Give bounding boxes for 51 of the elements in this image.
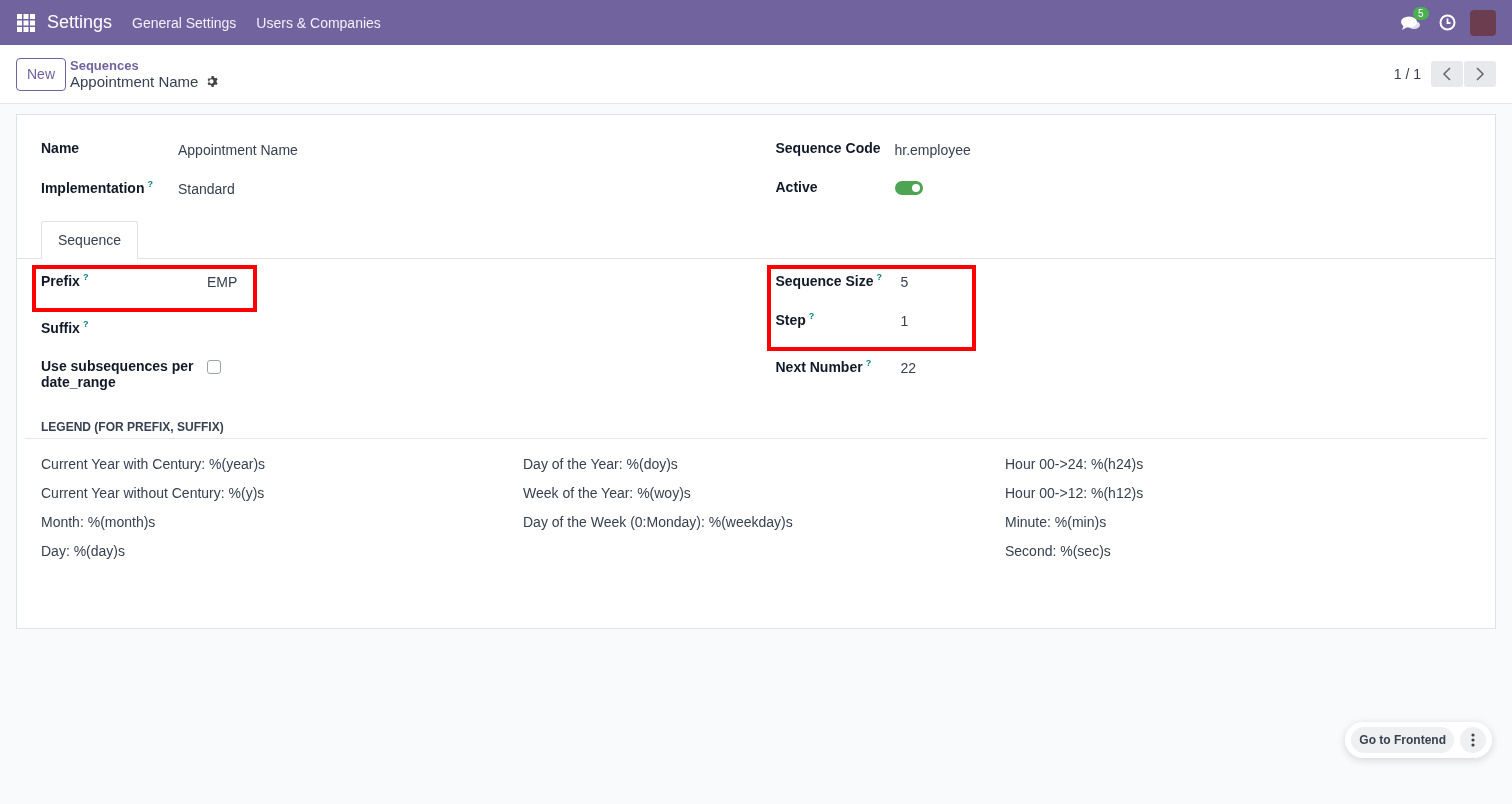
field-value[interactable]: 1 xyxy=(900,308,909,329)
menu-item[interactable]: General Settings xyxy=(132,14,237,31)
field-label: Step $^{?}$ xyxy=(775,310,816,328)
field-label: Suffix $^{?}$ xyxy=(41,318,90,336)
legend-item: Current Year without Century: %(y)s xyxy=(41,484,266,502)
app-title[interactable]: Settings xyxy=(47,12,113,33)
field-label: Next Number $^{?}$ xyxy=(775,357,873,375)
pager-counter: 1 / 1 xyxy=(1393,66,1421,82)
breadcrumb-link[interactable]: Sequences xyxy=(70,58,220,73)
legend-item: Current Year with Century: %(year)s xyxy=(41,455,267,473)
record-title: Appointment Name xyxy=(70,73,199,90)
field-label: Use subsequences per date_range xyxy=(41,357,195,390)
legend-item: Hour 00->24: %(h24)s xyxy=(1005,455,1145,473)
legend-item: Day of the Year: %(doy)s xyxy=(523,455,679,473)
field-label: Prefix $^{?}$ xyxy=(41,271,90,289)
menu-item[interactable]: Users & Companies xyxy=(256,14,381,31)
settings-icon[interactable] xyxy=(206,75,220,88)
field-value[interactable]: EMP xyxy=(207,269,238,290)
field-label: Active xyxy=(775,178,819,195)
more-options-button[interactable] xyxy=(1460,727,1486,753)
legend-item: Day: %(day)s xyxy=(41,542,127,560)
clock-icon[interactable] xyxy=(1439,14,1456,31)
field-value[interactable]: 22 xyxy=(900,355,917,376)
tab[interactable]: Sequence xyxy=(41,221,139,259)
field-value[interactable]: hr.employee xyxy=(894,137,971,158)
legend-item: Week of the Year: %(woy)s xyxy=(523,484,692,502)
field-value[interactable]: Standard xyxy=(178,176,235,197)
chevron-right-icon xyxy=(1475,66,1485,82)
field-value[interactable]: 5 xyxy=(900,269,909,290)
next-button[interactable] xyxy=(1464,61,1496,87)
legend-item: Hour 00->12: %(h12)s xyxy=(1005,484,1145,502)
apps-grid-icon[interactable] xyxy=(17,13,35,32)
new-button[interactable]: New xyxy=(16,57,66,91)
toggle-switch[interactable] xyxy=(894,181,923,195)
notification-badge: 5 xyxy=(1413,6,1429,20)
go-to-frontend-button[interactable]: Go to Frontend xyxy=(1351,727,1454,753)
field-label: Sequence Code xyxy=(775,139,882,156)
legend-item: Minute: %(min)s xyxy=(1005,513,1108,531)
checkbox[interactable] xyxy=(207,360,221,374)
field-label: Name xyxy=(41,139,81,156)
legend-item: Month: %(month)s xyxy=(41,513,157,531)
field-value[interactable]: Appointment Name xyxy=(178,137,298,158)
legend-heading: LEGEND (FOR PREFIX, SUFFIX) xyxy=(41,420,225,436)
previous-button[interactable] xyxy=(1431,61,1463,87)
legend-item: Second: %(sec)s xyxy=(1005,542,1112,560)
field-label: Sequence Size $^{?}$ xyxy=(775,271,884,289)
user-avatar[interactable] xyxy=(1470,9,1496,36)
chevron-left-icon xyxy=(1442,66,1452,82)
vertical-dots-icon xyxy=(1471,733,1475,747)
field-label: Implementation $^{?}$ xyxy=(41,178,154,196)
legend-item: Day of the Week (0:Monday): %(weekday)s xyxy=(523,513,794,531)
